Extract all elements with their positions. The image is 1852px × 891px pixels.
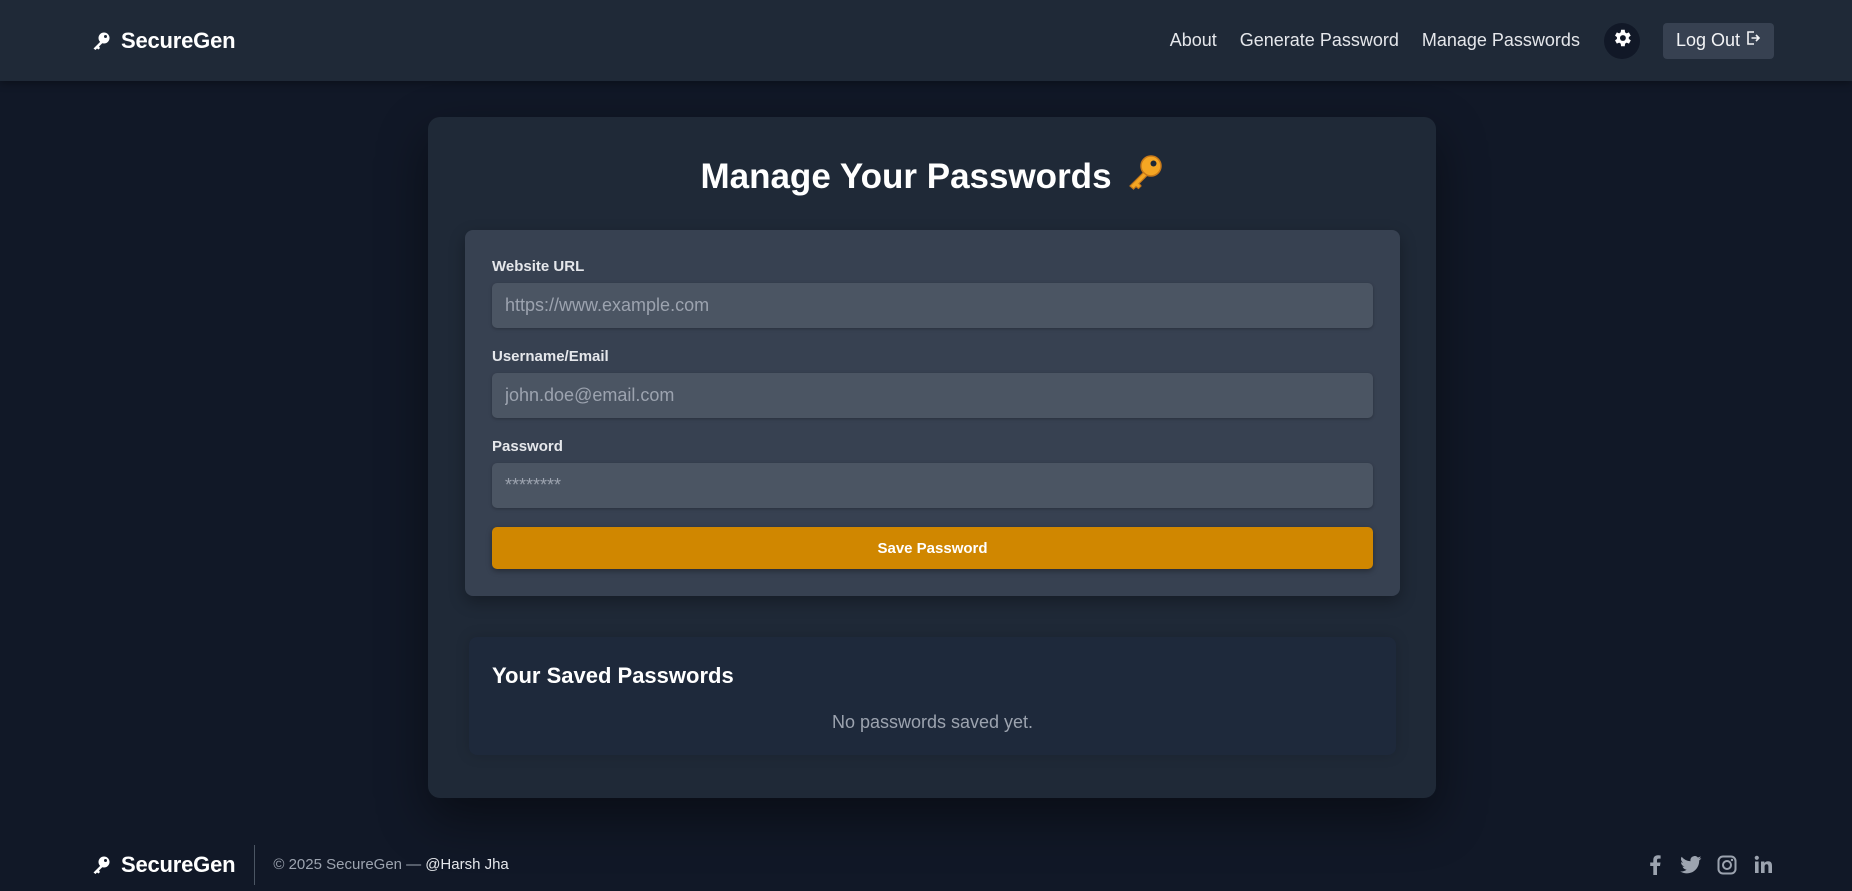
page-title: Manage Your Passwords xyxy=(428,153,1436,200)
nav-link-generate-password[interactable]: Generate Password xyxy=(1240,30,1399,51)
website-url-input[interactable] xyxy=(492,283,1373,328)
logout-icon xyxy=(1745,30,1761,51)
footer: SecureGen © 2025 SecureGen — @Harsh Jha xyxy=(0,838,1852,891)
facebook-icon[interactable] xyxy=(1644,854,1666,876)
brand-name: SecureGen xyxy=(121,27,236,53)
page-title-text: Manage Your Passwords xyxy=(700,156,1112,196)
key-emoji-icon xyxy=(1126,153,1164,200)
saved-passwords-title: Your Saved Passwords xyxy=(492,663,734,688)
navbar: SecureGen About Generate Password Manage… xyxy=(0,0,1852,81)
nav-link-about[interactable]: About xyxy=(1170,30,1217,51)
password-input[interactable] xyxy=(492,463,1373,508)
footer-brand-name: SecureGen xyxy=(121,851,236,877)
nav-links: About Generate Password Manage Passwords… xyxy=(1147,22,1774,59)
instagram-icon[interactable] xyxy=(1716,854,1738,876)
saved-passwords-section: Your Saved Passwords No passwords saved … xyxy=(469,637,1396,755)
social-links xyxy=(1644,854,1774,876)
footer-left: SecureGen © 2025 SecureGen — @Harsh Jha xyxy=(91,844,509,885)
brand-logo[interactable]: SecureGen xyxy=(91,27,236,54)
logout-label: Log Out xyxy=(1675,30,1740,50)
empty-state-text: No passwords saved yet. xyxy=(831,712,1034,732)
gear-icon xyxy=(1611,27,1633,54)
nav-link-manage-passwords[interactable]: Manage Passwords xyxy=(1422,30,1580,51)
logout-button[interactable]: Log Out xyxy=(1662,22,1774,59)
theme-toggle-button[interactable] xyxy=(1603,22,1640,59)
footer-divider xyxy=(254,844,256,885)
author-link[interactable]: @Harsh Jha xyxy=(425,856,509,873)
website-url-label: Website URL xyxy=(492,258,585,275)
username-email-input[interactable] xyxy=(492,373,1373,418)
linkedin-icon[interactable] xyxy=(1752,854,1774,876)
key-icon xyxy=(91,855,111,875)
password-form: Website URL Username/Email Password Save… xyxy=(465,230,1400,596)
manage-passwords-card: Manage Your Passwords Website URL Userna… xyxy=(428,117,1436,798)
copyright-text: © 2025 SecureGen — xyxy=(273,856,422,873)
password-label: Password xyxy=(492,438,563,455)
key-icon xyxy=(91,31,111,51)
username-email-label: Username/Email xyxy=(492,348,609,365)
twitter-icon[interactable] xyxy=(1680,854,1702,876)
save-password-button[interactable]: Save Password xyxy=(492,527,1373,569)
footer-brand-logo[interactable]: SecureGen xyxy=(91,851,236,878)
